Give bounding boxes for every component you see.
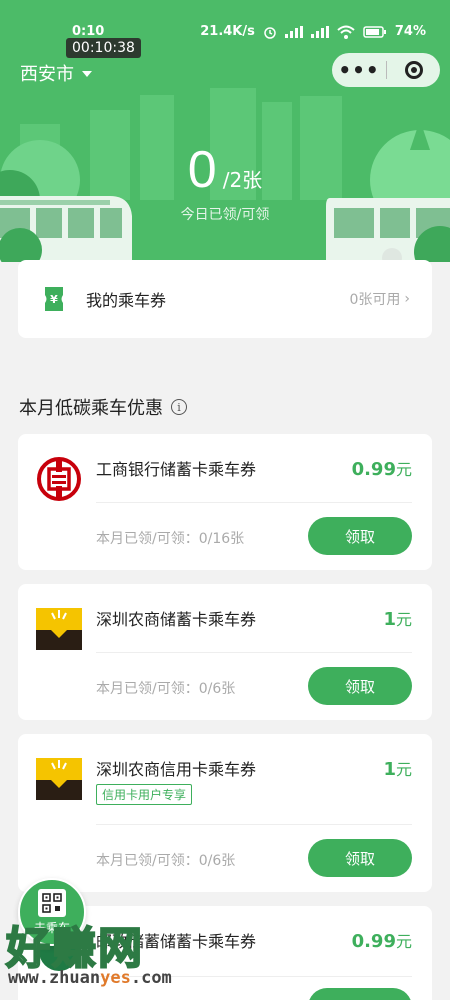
srcb-logo [36,608,82,650]
coupon-name: 工商银行储蓄卡乘车券 [96,460,257,479]
coupon-price-value: 1 [383,759,396,780]
qrcode-icon [38,888,66,917]
claim-button[interactable]: 领取 [308,839,412,877]
chevron-down-icon [82,71,92,77]
battery-icon [363,25,386,38]
coupon-price: 1元 [383,756,412,780]
claim-button[interactable]: 领取 [308,988,412,1000]
section-title-text: 本月低碳乘车优惠 [19,398,163,419]
summary-subtitle: 今日已领/可领 [180,207,270,223]
coupon-price-unit: 元 [395,460,412,479]
coupon-divider [96,652,412,653]
status-right: 21.4K/s 74% [200,24,426,39]
coupon-divider [96,976,412,977]
daily-summary: 0 /2张 今日已领/可领 [0,140,450,224]
wifi-icon [337,25,355,39]
signal-2-icon [310,25,329,38]
network-speed: 21.4K/s [200,24,255,39]
coupon-price: 1元 [383,606,412,630]
coupon-price-value: 0.99 [351,931,396,952]
ride-qrcode-button[interactable]: 去乘车 [18,878,86,946]
info-icon[interactable]: i [171,399,187,415]
coupon-divider [96,824,412,825]
section-title: 本月低碳乘车优惠 i [19,394,187,420]
coupon-price-unit: 元 [395,932,412,951]
city-name: 西安市 [20,64,74,85]
available-count: 0张可用 [349,292,401,308]
svg-text:¥: ¥ [50,293,58,306]
coupon-quota: 本月已领/可领：0/16张 [96,531,245,547]
srcb-logo [36,758,82,800]
my-tickets-label: 我的乘车券 [86,291,167,310]
coupon-card: 深圳农商信用卡乘车券 1元 信用卡用户专享 本月已领/可领：0/6张 领取 [18,734,432,892]
battery-percent: 74 [394,24,413,39]
coupon-card: 工商银行储蓄卡乘车券 0.99元 本月已领/可领：0/16张 领取 [18,434,432,570]
coupon-price: 0.99元 [352,456,412,480]
recording-timer: 00:10:38 [66,38,141,58]
coupon-quota: 本月已领/可领：0/6张 [96,853,236,869]
coupon-price-unit: 元 [395,760,412,779]
chevron-right-icon: › [404,291,410,307]
status-bar: 0:10 00:10:38 21.4K/s 74% [0,0,450,58]
miniapp-close-button[interactable] [387,61,440,79]
coupon-price-unit: 元 [395,610,412,629]
battery-level: 74% [394,24,426,39]
ticket-icon: ¥ [45,287,63,311]
status-time: 0:10 [72,24,105,39]
signal-icon [284,25,303,38]
coupon-name: 深圳农商信用卡乘车券 [96,760,257,779]
coupon-card: 深圳农商储蓄卡乘车券 1元 本月已领/可领：0/6张 领取 [18,584,432,720]
hero-banner: 0:10 00:10:38 21.4K/s 74% 西安市 ••• 0 /2张 … [0,0,450,262]
coupon-price-value: 1 [383,609,396,630]
coupon-name: 邮政储蓄储蓄卡乘车券 [96,932,257,951]
coupon-divider [96,502,412,503]
alarm-icon [264,26,276,39]
claim-button[interactable]: 领取 [308,667,412,705]
coupon-name: 深圳农商储蓄卡乘车券 [96,610,257,629]
claim-button[interactable]: 领取 [308,517,412,555]
claimed-count: 0 [187,141,217,199]
my-tickets-status: 0张可用 › [349,289,410,309]
more-dots-icon[interactable]: ••• [332,58,386,82]
city-selector[interactable]: 西安市 [20,60,92,86]
claim-limit: /2张 [222,168,263,192]
coupon-price: 0.99元 [352,928,412,952]
my-tickets-card[interactable]: ¥ 我的乘车券 0张可用 › [18,260,432,338]
icbc-logo [37,457,81,501]
miniapp-close-icon [404,61,423,79]
coupon-quota: 本月已领/可领：0/6张 [96,681,236,697]
coupon-price-value: 0.99 [351,459,396,480]
ride-label: 去乘车 [33,920,70,935]
miniapp-capsule: ••• [332,53,440,87]
credit-card-tag: 信用卡用户专享 [96,784,193,805]
